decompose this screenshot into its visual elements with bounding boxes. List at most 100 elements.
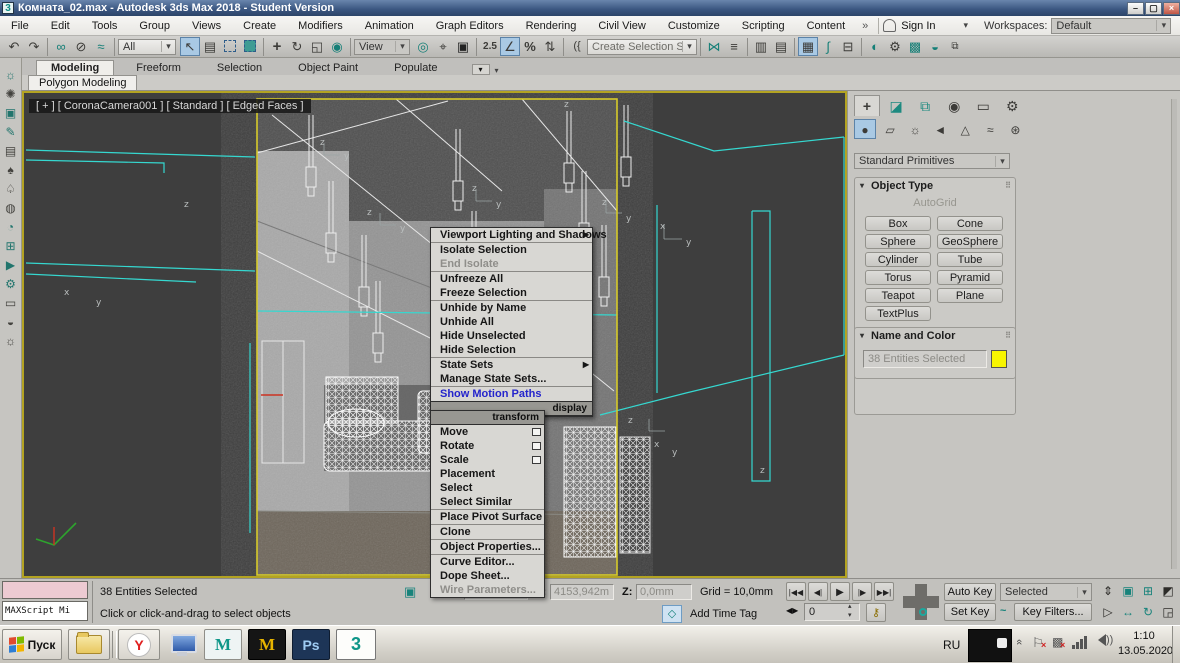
lightbulb-icon[interactable]: ☼ (2, 66, 20, 85)
menu-item-unhide-all[interactable]: Unhide All (431, 315, 592, 329)
mudbox-taskbar-button[interactable]: M (248, 629, 286, 660)
menu-item-state-sets[interactable]: State Sets▶ (431, 358, 592, 372)
object-type-header[interactable]: ▾ Object Type ⠿ (855, 178, 1015, 194)
ribbon-tab-selection[interactable]: Selection (203, 61, 276, 75)
show-hidden-icons-chevron[interactable]: « (1013, 639, 1025, 645)
geosphere-button[interactable]: GeoSphere (937, 234, 1003, 249)
viewport-label[interactable]: [ + ] [ CoronaCamera001 ] [ Standard ] [… (29, 99, 311, 113)
menu-item-dope-sheet[interactable]: Dope Sheet... (431, 569, 544, 583)
menu-overflow-icon[interactable]: » (856, 16, 874, 36)
select-and-scale-icon[interactable]: ◱ (307, 37, 327, 56)
tree-outline-icon[interactable]: ♤ (2, 180, 20, 199)
pencil-icon[interactable]: ✎ (2, 123, 20, 142)
isolate-selection-toggle[interactable]: ▣ (404, 584, 416, 600)
menu-item-select[interactable]: Select (431, 481, 544, 495)
torus-icon[interactable]: ◍ (2, 199, 20, 218)
previous-frame-button[interactable]: ◀| (808, 582, 828, 601)
use-pivot-center-icon[interactable]: ◎ (413, 37, 433, 56)
menu-group[interactable]: Group (128, 16, 181, 36)
file-manager-taskbar-button[interactable] (68, 629, 110, 660)
named-selection-set-dropdown[interactable]: Create Selection Se ▾ (587, 39, 697, 55)
teapot-button[interactable]: Teapot (865, 288, 931, 303)
ribbon-tab-populate[interactable]: Populate (380, 61, 451, 75)
ribbon-minimize-button[interactable]: ▾ (472, 64, 490, 75)
menu-item-scale[interactable]: Scale (431, 453, 544, 467)
render-setup-icon[interactable]: ⚙ (885, 37, 905, 56)
menu-item-curve-editor[interactable]: Curve Editor... (431, 555, 544, 569)
network-signal-icon[interactable] (1072, 636, 1088, 649)
zoom-region-icon[interactable]: ▷ (1098, 603, 1118, 622)
workspace-selector[interactable]: Default ▾ (1051, 18, 1171, 34)
z-coordinate-field[interactable]: 0,0mm (636, 584, 692, 600)
material-editor-icon[interactable]: ◐ (865, 37, 885, 56)
pan-view-icon[interactable]: ↔ (1118, 603, 1138, 622)
menu-edit[interactable]: Edit (40, 16, 81, 36)
sign-in-dropdown-icon[interactable]: ▾ (936, 20, 985, 31)
lamp-icon[interactable]: ☼ (2, 332, 20, 351)
menu-item-freeze-selection[interactable]: Freeze Selection (431, 286, 592, 300)
render-production-icon[interactable]: ◒ (925, 37, 945, 56)
ribbon-tab-modeling[interactable]: Modeling (36, 60, 114, 75)
tube-button[interactable]: Tube (937, 252, 1003, 267)
toggle-ribbon-icon[interactable]: ▦ (798, 37, 818, 56)
orbit-icon[interactable]: ↻ (1138, 603, 1158, 622)
settings-box-icon[interactable] (532, 456, 541, 464)
edit-named-selection-sets-icon[interactable]: ({ (567, 37, 587, 56)
tab-modify[interactable]: ◪ (883, 96, 909, 117)
menu-item-placement[interactable]: Placement (431, 467, 544, 481)
snaps-toggle-icon[interactable]: 2.5 (480, 37, 500, 56)
textplus-button[interactable]: TextPlus (865, 306, 931, 321)
tab-utilities[interactable]: ⚙ (999, 96, 1025, 117)
command-panel-scrollbar[interactable] (1171, 99, 1177, 569)
select-and-move-icon[interactable]: + (267, 37, 287, 56)
keyboard-override-icon[interactable]: ▣ (453, 37, 473, 56)
settings-box-icon[interactable] (532, 428, 541, 436)
menu-item-clone[interactable]: Clone (431, 525, 544, 539)
menu-views[interactable]: Views (181, 16, 232, 36)
systems-category-icon[interactable]: ⊛ (1004, 120, 1026, 140)
menu-item-move[interactable]: Move (431, 425, 544, 439)
bind-to-space-warp-icon[interactable]: ≈ (91, 37, 111, 56)
show-desktop-button[interactable] (1172, 626, 1180, 663)
menu-content[interactable]: Content (796, 16, 857, 36)
restore-button[interactable]: ▢ (1145, 2, 1162, 15)
menu-item-object-properties[interactable]: Object Properties... (431, 540, 544, 554)
cone-button[interactable]: Cone (937, 216, 1003, 231)
menu-item-rotate[interactable]: Rotate (431, 439, 544, 453)
lights-category-icon[interactable]: ☼ (904, 120, 926, 140)
helpers-category-icon[interactable]: △ (954, 120, 976, 140)
settings-box-icon[interactable] (532, 442, 541, 450)
cameras-category-icon[interactable]: ◄ (929, 120, 951, 140)
tab-hierarchy[interactable]: ⧉ (912, 96, 938, 117)
set-key-button[interactable]: Set Key (944, 603, 996, 621)
name-and-color-header[interactable]: ▾ Name and Color ⠿ (855, 328, 1015, 344)
teapot-icon[interactable]: ◒ (2, 313, 20, 332)
list-icon[interactable]: ▤ (2, 142, 20, 161)
select-and-link-icon[interactable]: ∞ (51, 37, 71, 56)
menu-customize[interactable]: Customize (657, 16, 731, 36)
default-tangents-icon[interactable]: ~ (1000, 605, 1006, 617)
toggle-layer-explorer-icon[interactable]: ▤ (771, 37, 791, 56)
title-bar[interactable]: 3 Комната_02.max - Autodesk 3ds Max 2018… (0, 0, 1180, 16)
spinner-snap-icon[interactable]: ⇅ (540, 37, 560, 56)
geometry-category-icon[interactable]: ● (854, 119, 876, 139)
menu-animation[interactable]: Animation (354, 16, 425, 36)
reference-coordinate-dropdown[interactable]: View ▾ (354, 39, 410, 55)
menu-item-hide-selection[interactable]: Hide Selection (431, 343, 592, 357)
go-to-start-button[interactable]: |◀◀ (786, 582, 806, 601)
remote-desktop-taskbar-button[interactable] (168, 632, 198, 658)
key-filters-button[interactable]: Key Filters... (1014, 603, 1092, 621)
sphere-button[interactable]: Sphere (865, 234, 931, 249)
ribbon-config-dropdown-icon[interactable]: ▾ (490, 66, 504, 75)
rendered-frame-window-icon[interactable]: ▩ (905, 37, 925, 56)
ribbon-tab-freeform[interactable]: Freeform (122, 61, 195, 75)
sign-in-button[interactable]: Sign In (901, 20, 935, 32)
menu-item-show-motion-paths[interactable]: Show Motion Paths (431, 387, 592, 401)
object-name-field[interactable]: 38 Entities Selected (863, 350, 987, 368)
plane-button[interactable]: Plane (937, 288, 1003, 303)
menu-civil-view[interactable]: Civil View (587, 16, 656, 36)
undo-icon[interactable]: ↶ (4, 37, 24, 56)
zoom-extents-all-icon[interactable]: ⊞ (1138, 582, 1158, 601)
box-button[interactable]: Box (865, 216, 931, 231)
menu-item-hide-unselected[interactable]: Hide Unselected (431, 329, 592, 343)
